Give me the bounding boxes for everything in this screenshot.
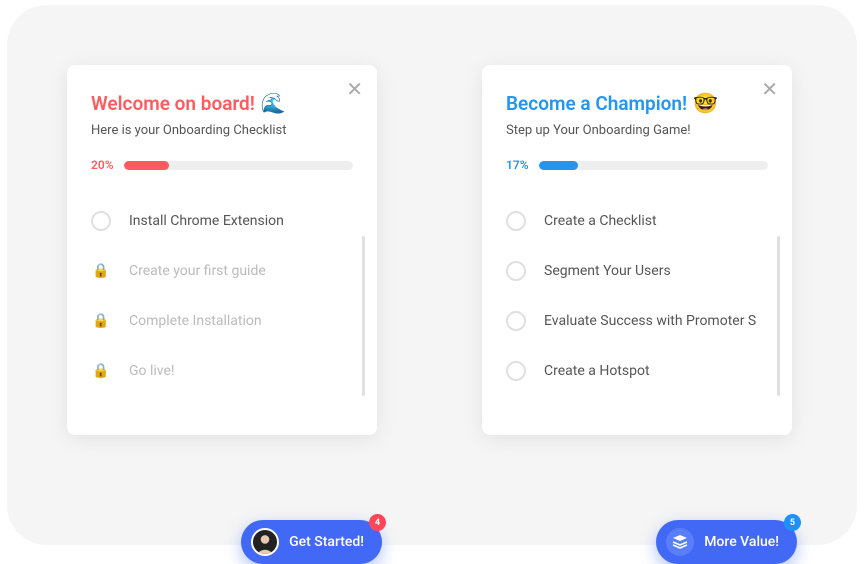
checklist: Install Chrome Extension 🔒 Create your f… <box>91 196 353 396</box>
progress-fill <box>124 161 170 170</box>
checkbox-icon <box>506 211 526 231</box>
lock-icon: 🔒 <box>91 361 111 381</box>
cta-label: More Value! <box>704 534 779 550</box>
checklist-item-label: Evaluate Success with Promoter S <box>544 313 756 329</box>
checkbox-icon <box>506 311 526 331</box>
card-title: Become a Champion! 🤓 <box>506 91 768 115</box>
lock-icon: 🔒 <box>91 261 111 281</box>
checkbox-icon <box>506 361 526 381</box>
checkbox-icon <box>506 261 526 281</box>
avatar-icon <box>251 528 279 556</box>
checklist-item[interactable]: 🔒 Complete Installation <box>91 296 353 346</box>
progress-percent: 17% <box>506 158 529 172</box>
champion-card: ✕ Become a Champion! 🤓 Step up Your Onbo… <box>482 65 792 435</box>
checklist-item-label: Create a Checklist <box>544 213 657 229</box>
card-title-text: Become a Champion! <box>506 92 687 115</box>
card-title: Welcome on board! 🌊 <box>91 91 353 115</box>
checkbox-icon <box>91 211 111 231</box>
progress-row: 20% <box>91 158 353 172</box>
layers-icon <box>666 528 694 556</box>
checklist-item[interactable]: Install Chrome Extension <box>91 196 353 246</box>
close-icon[interactable]: ✕ <box>346 79 363 99</box>
progress-fill <box>539 161 578 170</box>
lock-icon: 🔒 <box>91 311 111 331</box>
notification-badge: 4 <box>369 514 386 531</box>
onboarding-card: ✕ Welcome on board! 🌊 Here is your Onboa… <box>67 65 377 435</box>
close-icon[interactable]: ✕ <box>761 79 778 99</box>
checklist-item-label: Complete Installation <box>129 313 262 329</box>
progress-bar <box>124 161 353 170</box>
card-subtitle: Step up Your Onboarding Game! <box>506 123 768 138</box>
card-subtitle: Here is your Onboarding Checklist <box>91 123 353 138</box>
checklist-item-label: Create your first guide <box>129 263 266 279</box>
checklist-item-label: Segment Your Users <box>544 263 671 279</box>
checklist-item[interactable]: Evaluate Success with Promoter S <box>506 296 768 346</box>
card-title-text: Welcome on board! <box>91 92 255 115</box>
cta-label: Get Started! <box>289 534 364 550</box>
more-value-button[interactable]: More Value! 5 <box>656 520 797 564</box>
checklist-item[interactable]: Segment Your Users <box>506 246 768 296</box>
checklist-item[interactable]: Create a Hotspot <box>506 346 768 396</box>
checklist: Create a Checklist Segment Your Users Ev… <box>506 196 768 396</box>
notification-badge: 5 <box>784 514 801 531</box>
progress-percent: 20% <box>91 158 114 172</box>
get-started-button[interactable]: Get Started! 4 <box>241 520 382 564</box>
checklist-item-label: Create a Hotspot <box>544 363 650 379</box>
checklist-item[interactable]: 🔒 Go live! <box>91 346 353 396</box>
progress-bar <box>539 161 768 170</box>
checklist-item-label: Go live! <box>129 363 175 379</box>
checklist-item-label: Install Chrome Extension <box>129 213 284 229</box>
nerd-emoji-icon: 🤓 <box>693 91 718 115</box>
wave-emoji-icon: 🌊 <box>261 91 286 115</box>
checklist-item[interactable]: Create a Checklist <box>506 196 768 246</box>
progress-row: 17% <box>506 158 768 172</box>
checklist-item[interactable]: 🔒 Create your first guide <box>91 246 353 296</box>
